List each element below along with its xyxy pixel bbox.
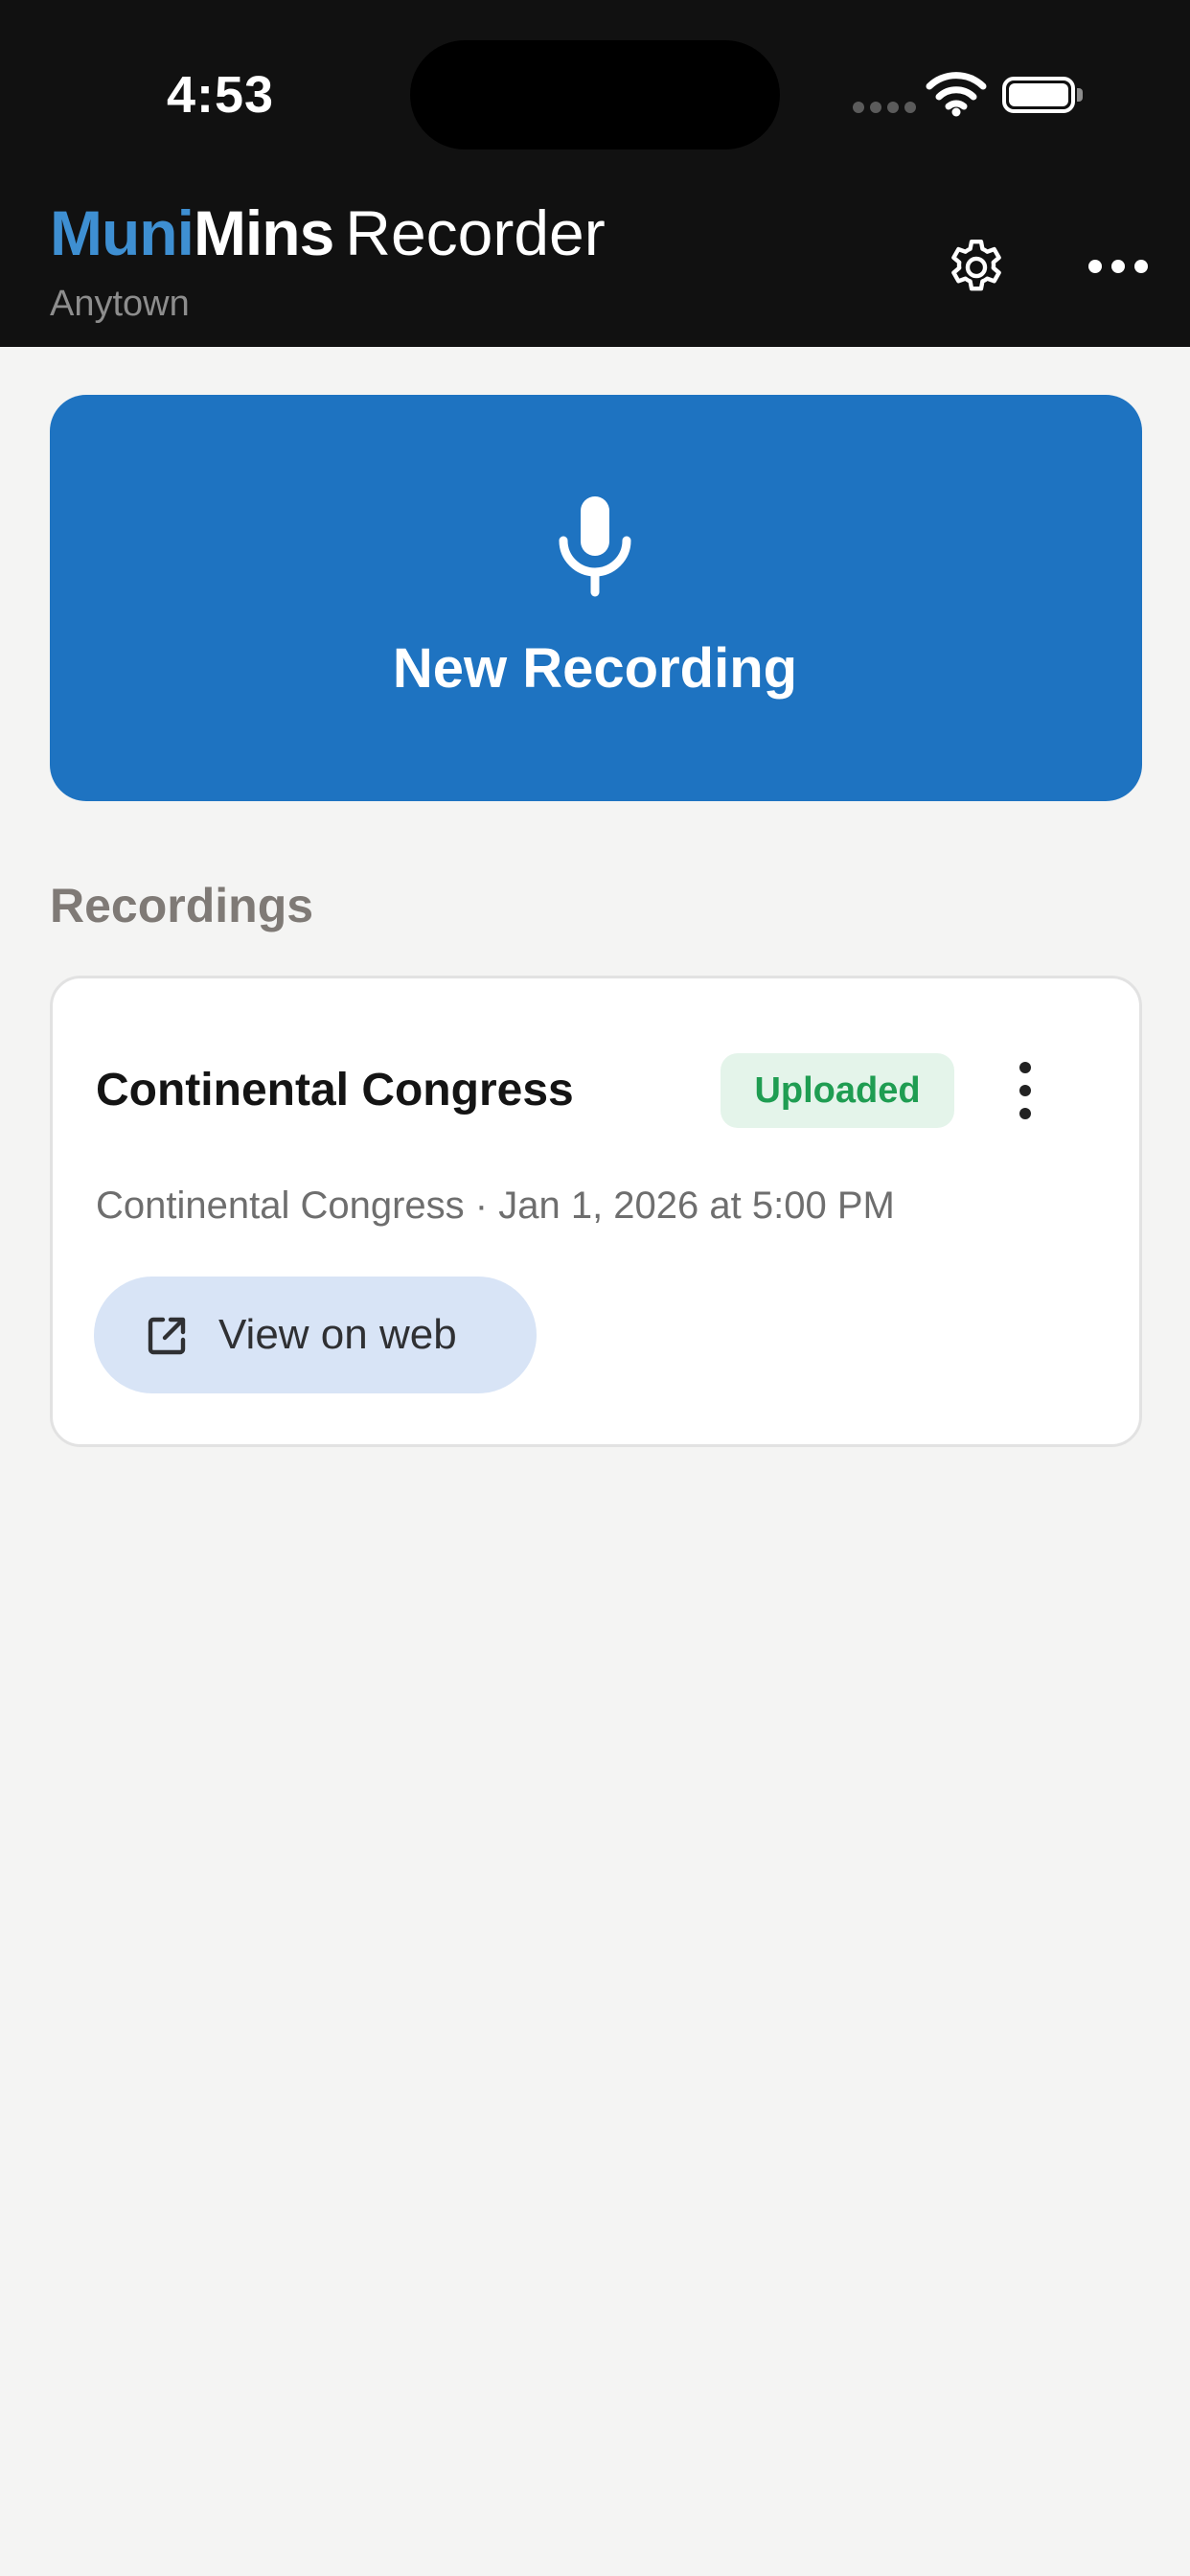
new-recording-label: New Recording: [392, 637, 798, 700]
brand-name-secondary: Mins: [193, 197, 334, 268]
wifi-icon: [926, 72, 987, 117]
status-time: 4:53: [167, 66, 275, 124]
battery-cap: [1077, 88, 1083, 102]
cellular-signal-icon: [853, 102, 916, 113]
recording-meta: Continental Congress · Jan 1, 2026 at 5:…: [96, 1184, 895, 1227]
status-badge: Uploaded: [721, 1053, 954, 1128]
external-link-icon: [148, 1317, 186, 1355]
app-title: MuniMins Recorder: [50, 201, 606, 264]
more-options-icon[interactable]: [1088, 247, 1148, 286]
battery-icon: [1002, 77, 1075, 113]
new-recording-button[interactable]: [50, 395, 1142, 801]
recordings-section-title: Recordings: [50, 879, 314, 932]
microphone-icon: [559, 496, 631, 597]
product-name: Recorder: [345, 197, 606, 268]
gear-icon[interactable]: [943, 234, 1010, 301]
recording-menu-icon[interactable]: [1006, 1062, 1044, 1119]
battery-level: [1009, 83, 1068, 106]
view-on-web-label: View on web: [218, 1311, 457, 1358]
location-label: Anytown: [50, 284, 190, 324]
brand-name-primary: Muni: [50, 197, 195, 268]
recording-title: Continental Congress: [96, 1065, 574, 1116]
dynamic-island: [410, 40, 780, 150]
